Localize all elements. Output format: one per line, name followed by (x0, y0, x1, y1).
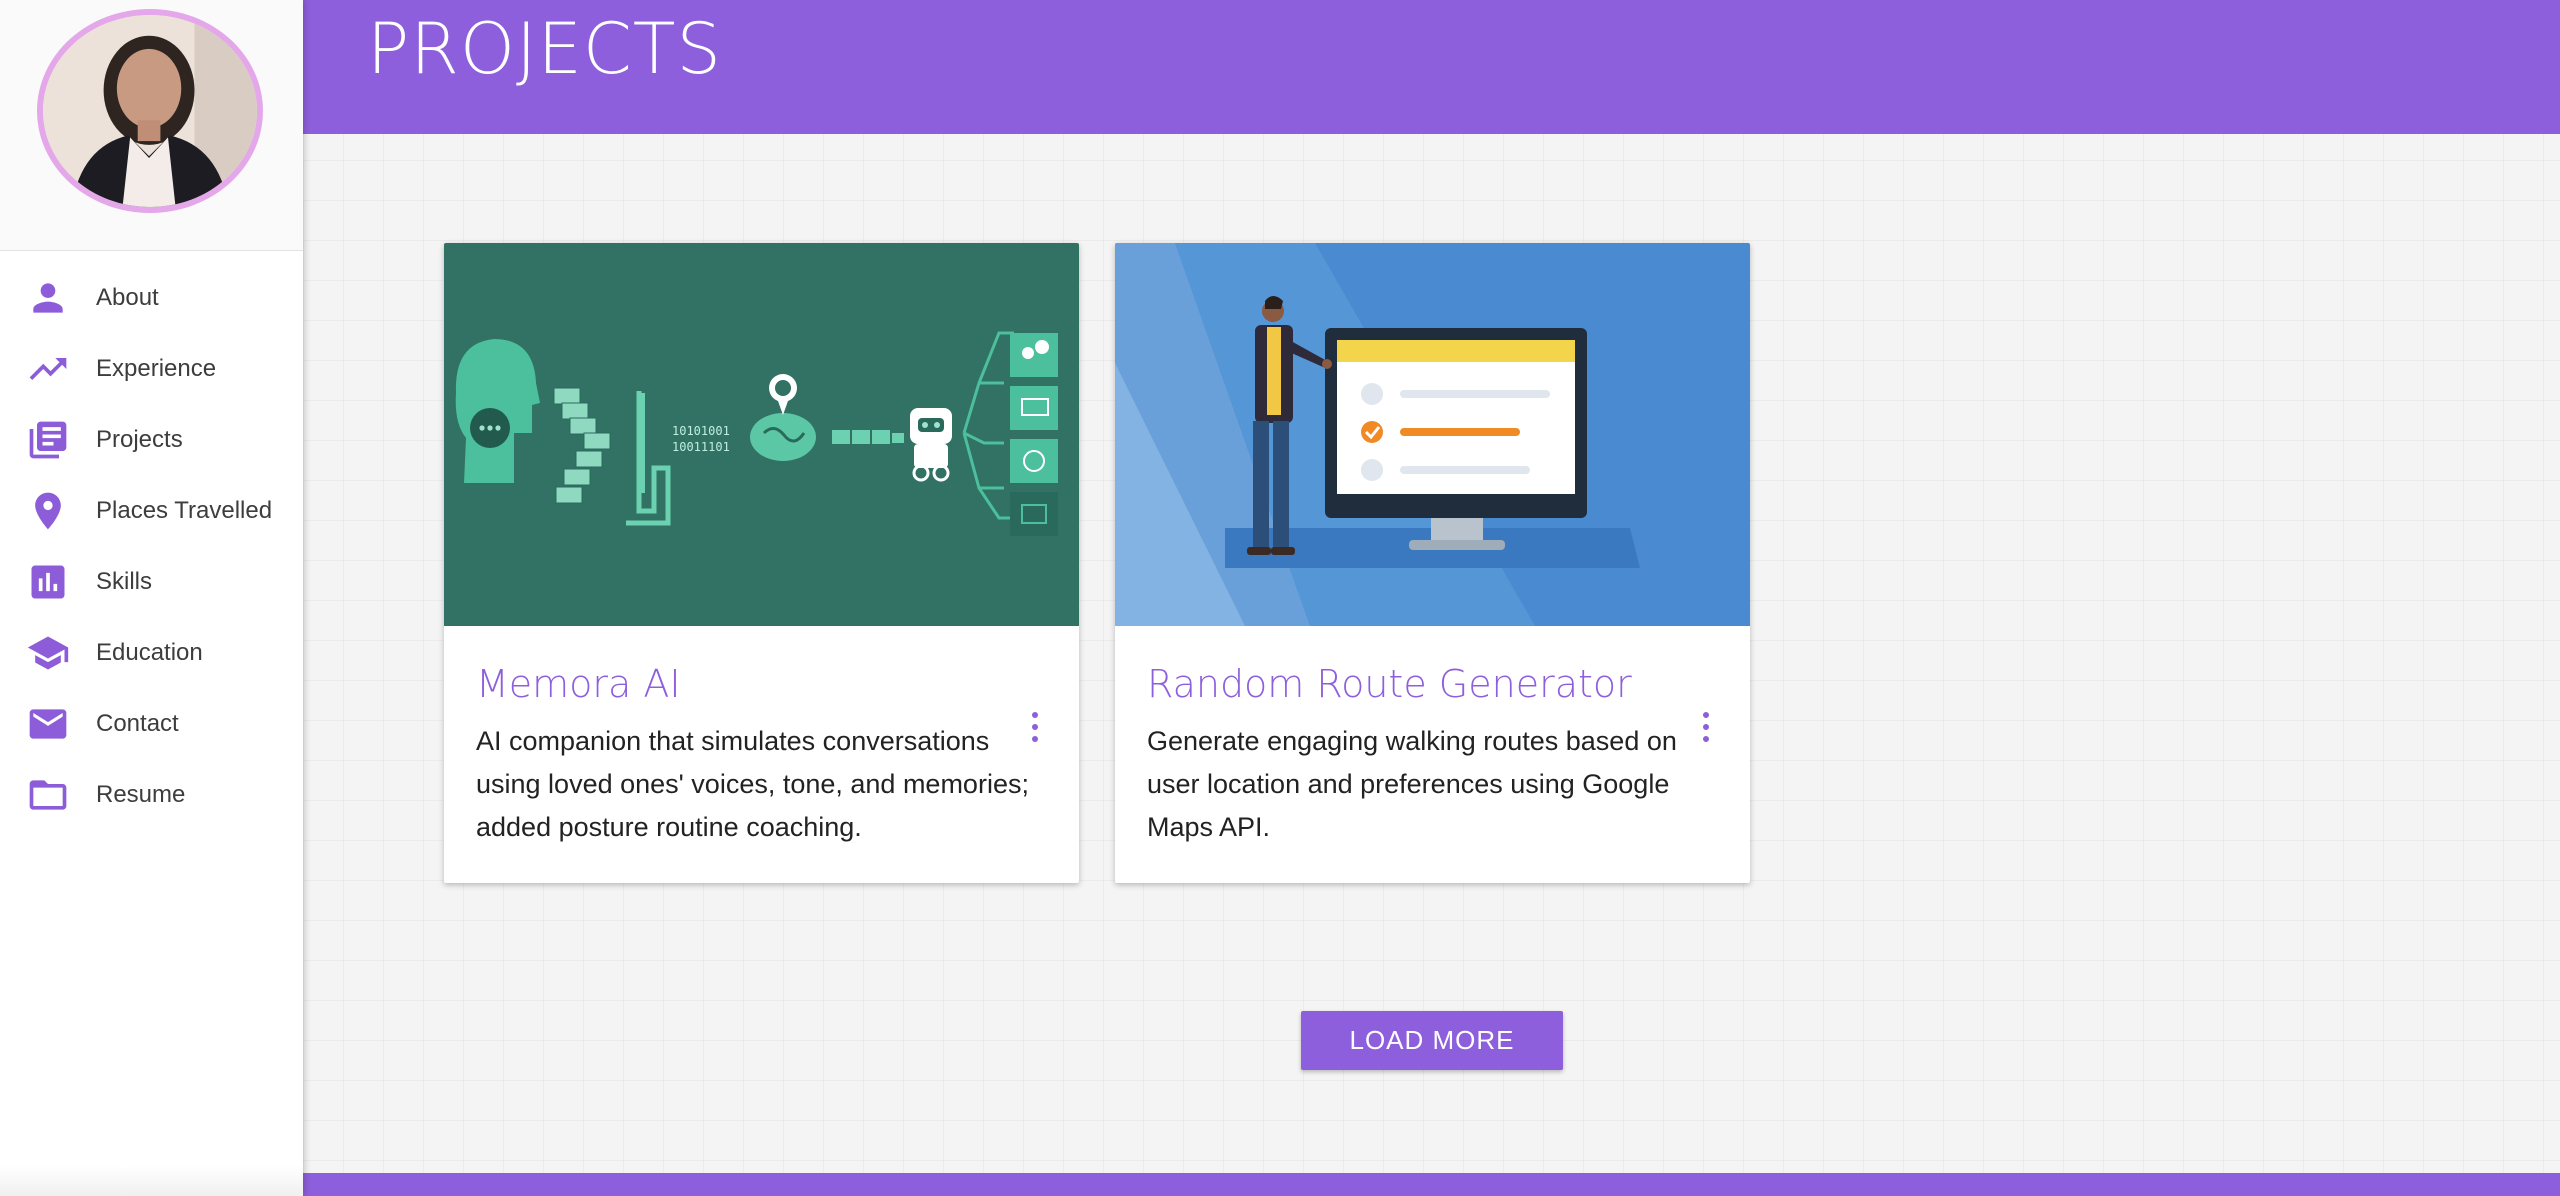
sidebar-item-experience[interactable]: Experience (0, 333, 303, 404)
sidebar-item-label: Resume (96, 780, 186, 808)
sidebar-nav: About Experience Projects Places Travell… (0, 251, 303, 830)
sidebar-item-label: Places Travelled (96, 496, 273, 524)
binary-line-2: 10011101 (672, 440, 730, 454)
folder-icon (26, 773, 70, 817)
sidebar-item-about[interactable]: About (0, 262, 303, 333)
project-title[interactable]: Memora AI (476, 663, 1047, 706)
sidebar-item-education[interactable]: Education (0, 617, 303, 688)
sidebar-item-label: Skills (96, 567, 153, 595)
sidebar-item-places-travelled[interactable]: Places Travelled (0, 475, 303, 546)
project-description: AI companion that simulates conversation… (476, 725, 1029, 842)
more-vert-icon[interactable] (1027, 712, 1043, 742)
card-body: Random Route Generator Generate engaging… (1115, 663, 1750, 849)
sidebar-item-contact[interactable]: Contact (0, 688, 303, 759)
project-image-random-route-generator (1115, 243, 1750, 626)
project-description: Generate engaging walking routes based o… (1147, 725, 1677, 842)
main-content: PROJECTS 10101001 10011101 Memora AI AI … (303, 0, 2560, 1196)
trending-up-icon (26, 347, 70, 391)
bar-chart-icon (26, 560, 70, 604)
card-body: Memora AI AI companion that simulates co… (444, 663, 1079, 849)
profile-area (0, 0, 303, 251)
binary-line-1: 10101001 (672, 424, 730, 438)
project-card-memora-ai: 10101001 10011101 Memora AI AI companion… (444, 243, 1079, 883)
sidebar-item-skills[interactable]: Skills (0, 546, 303, 617)
page-title: PROJECTS (367, 8, 722, 90)
project-card-random-route-generator: Random Route Generator Generate engaging… (1115, 243, 1750, 883)
sidebar-bottom-shade (0, 1166, 303, 1196)
location-pin-icon (26, 489, 70, 533)
mail-icon (26, 702, 70, 746)
sidebar-item-label: Experience (96, 354, 217, 382)
project-image-memora-ai: 10101001 10011101 (444, 243, 1079, 626)
sidebar-item-label: Education (96, 638, 203, 666)
sidebar-item-label: Contact (96, 709, 179, 737)
footer-bar (303, 1173, 2560, 1196)
more-vert-icon[interactable] (1698, 712, 1714, 742)
page-header: PROJECTS (303, 0, 2560, 134)
person-icon (26, 276, 70, 320)
sidebar-item-projects[interactable]: Projects (0, 404, 303, 475)
project-title[interactable]: Random Route Generator (1147, 663, 1718, 706)
sidebar-item-label: About (96, 283, 159, 311)
avatar (37, 9, 263, 213)
sidebar: About Experience Projects Places Travell… (0, 0, 303, 1196)
sidebar-item-label: Projects (96, 425, 183, 453)
load-more-button[interactable]: LOAD MORE (1301, 1011, 1563, 1070)
library-books-icon (26, 418, 70, 462)
graduation-cap-icon (26, 631, 70, 675)
sidebar-item-resume[interactable]: Resume (0, 759, 303, 830)
